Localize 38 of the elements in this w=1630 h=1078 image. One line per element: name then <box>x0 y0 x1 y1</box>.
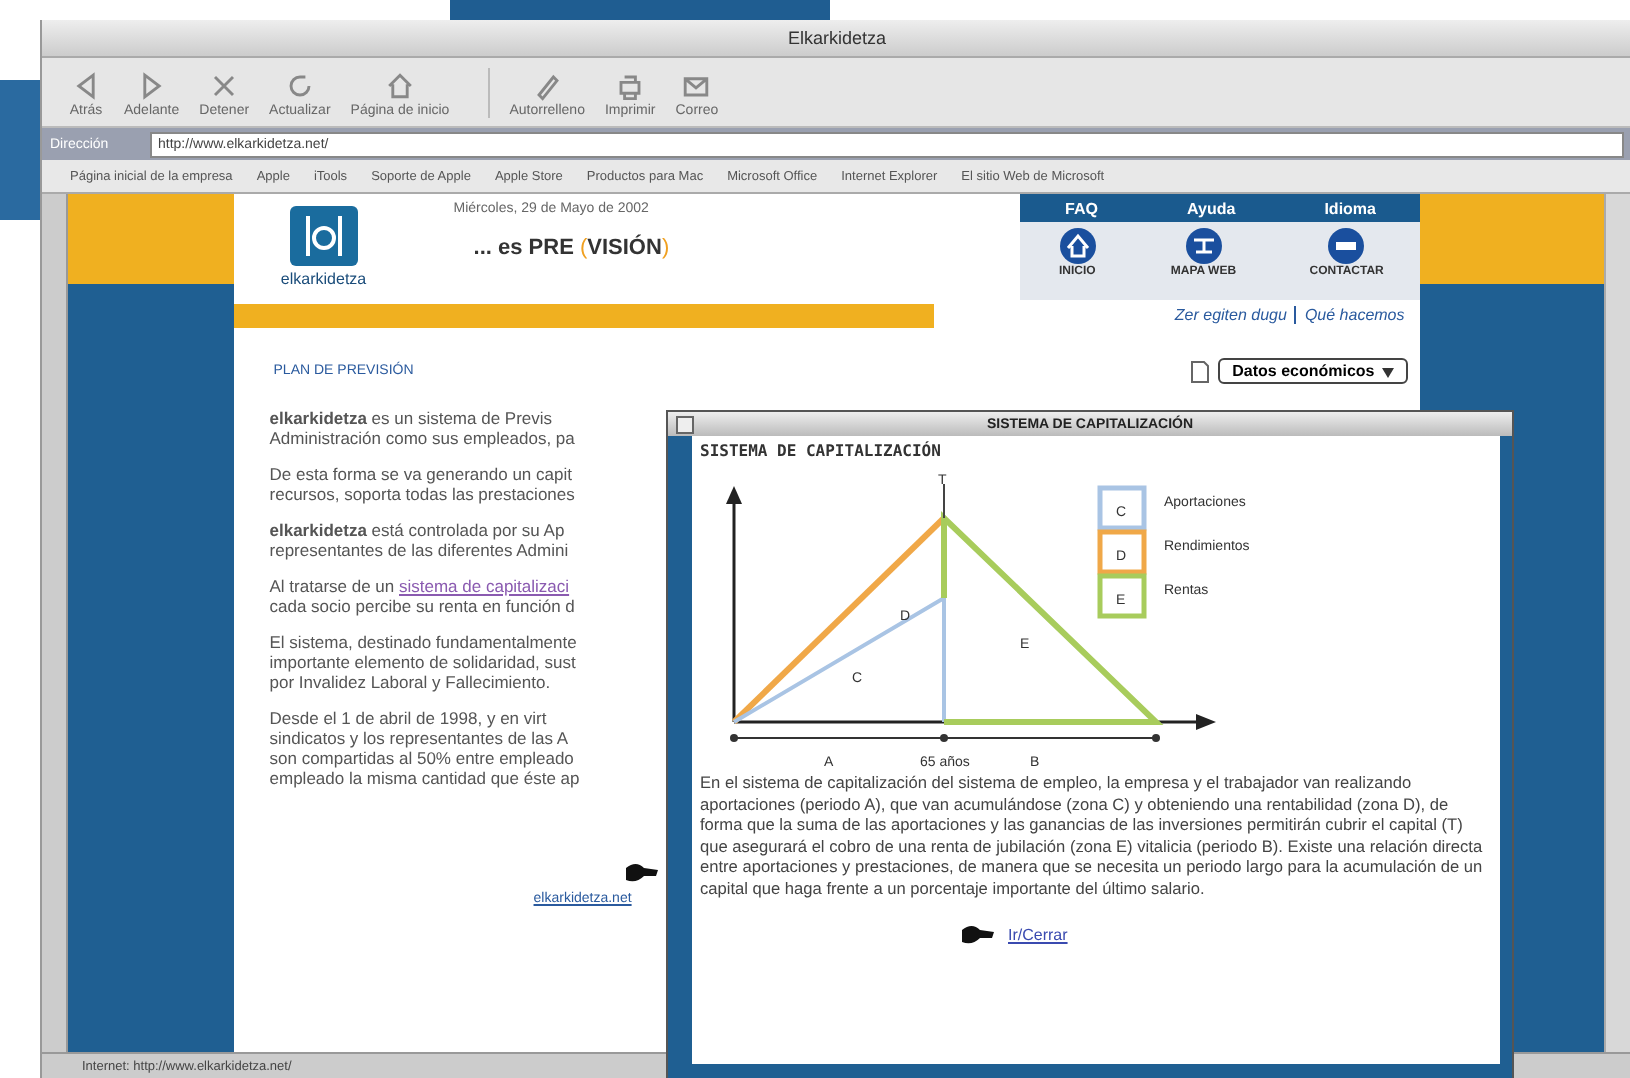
nav-link[interactable]: Ayuda <box>1187 199 1236 217</box>
paragraph-line: Desde el 1 de abril de 1998, y en virt <box>269 708 547 728</box>
section-link[interactable]: Qué hacemos <box>1294 306 1405 324</box>
nav-link[interactable]: Idioma <box>1324 199 1376 217</box>
pointing-hand-icon <box>623 860 660 884</box>
paragraph-line: El sistema, destinado fundamentalmente <box>269 632 577 652</box>
close-link[interactable]: Ir/Cerrar <box>1008 925 1068 943</box>
nav-link[interactable]: FAQ <box>1065 199 1098 217</box>
close-box-icon[interactable] <box>676 416 694 434</box>
paragraph-line: por Invalidez Laboral y Fallecimiento. <box>269 672 551 692</box>
paragraph-line: son compartidas al 50% entre empleado <box>269 748 574 768</box>
home-icon <box>1057 226 1098 266</box>
paragraph-line: elkarkidetza es un sistema de Previs <box>269 408 553 428</box>
slogan-text: ... es PRE (VISIÓN) <box>471 236 672 260</box>
document-icon <box>1190 359 1211 383</box>
window-title: Elkarkidetza <box>787 28 887 48</box>
paragraph-line: representantes de las diferentes Admini <box>269 540 569 560</box>
paragraph-line: elkarkidetza está controlada por su Ap <box>269 520 565 540</box>
paragraph-line: importante elemento de solidaridad, sust <box>269 652 576 672</box>
paragraph-line: Al tratarse de un sistema de capitalizaci <box>269 576 570 596</box>
scroll-bar[interactable] <box>1604 194 1630 1052</box>
paragraph-line: Administración como sus empleados, pa <box>269 428 575 448</box>
sitemap-icon <box>1183 226 1224 266</box>
logo-icon <box>289 206 358 266</box>
popup-heading: SISTEMA DE CAPITALIZACIÓN <box>700 442 943 460</box>
logo-text: elkarkidetza <box>280 270 367 288</box>
paragraph-line: sindicatos y los representantes de las A <box>269 728 569 748</box>
dropdown[interactable]: Datos económicos <box>1218 358 1409 384</box>
caret-down-icon <box>1382 364 1395 378</box>
desktop-window-background <box>0 80 44 220</box>
paragraph-line: recursos, soporta todas las prestaciones <box>269 484 575 504</box>
pointing-hand-icon <box>960 922 996 946</box>
section-link[interactable]: Zer egiten dugu <box>1174 306 1287 324</box>
paragraph-line: cada socio percibe su renta en función d <box>269 596 575 616</box>
paragraph-line: empleado la misma cantidad que éste ap <box>269 768 580 788</box>
paragraph-line: De esta forma se va generando un capit <box>269 464 572 484</box>
explanation-text: En el sistema de capitalización del sistema de empleo, la empresa y el trabajador van realizando aportaciones (periodo A), que van acumulándose (zona C) y obteniendo una rentabilidad (zona D), de forma que la suma de las aportaciones y las ganancias de las inversiones permitirán cubrir el capital (T) que asegurará el cobro de una renta de jubilación (zona E) vitalicia (periodo B). Existe una relación directa entre aportaciones y prestaciones, de manera que se necesita un periodo largo para la acumulación de un capital que haga frente a un porcentaje importante del último salario. <box>700 772 1485 898</box>
text-link[interactable]: sistema de capitalizaci <box>399 576 570 596</box>
